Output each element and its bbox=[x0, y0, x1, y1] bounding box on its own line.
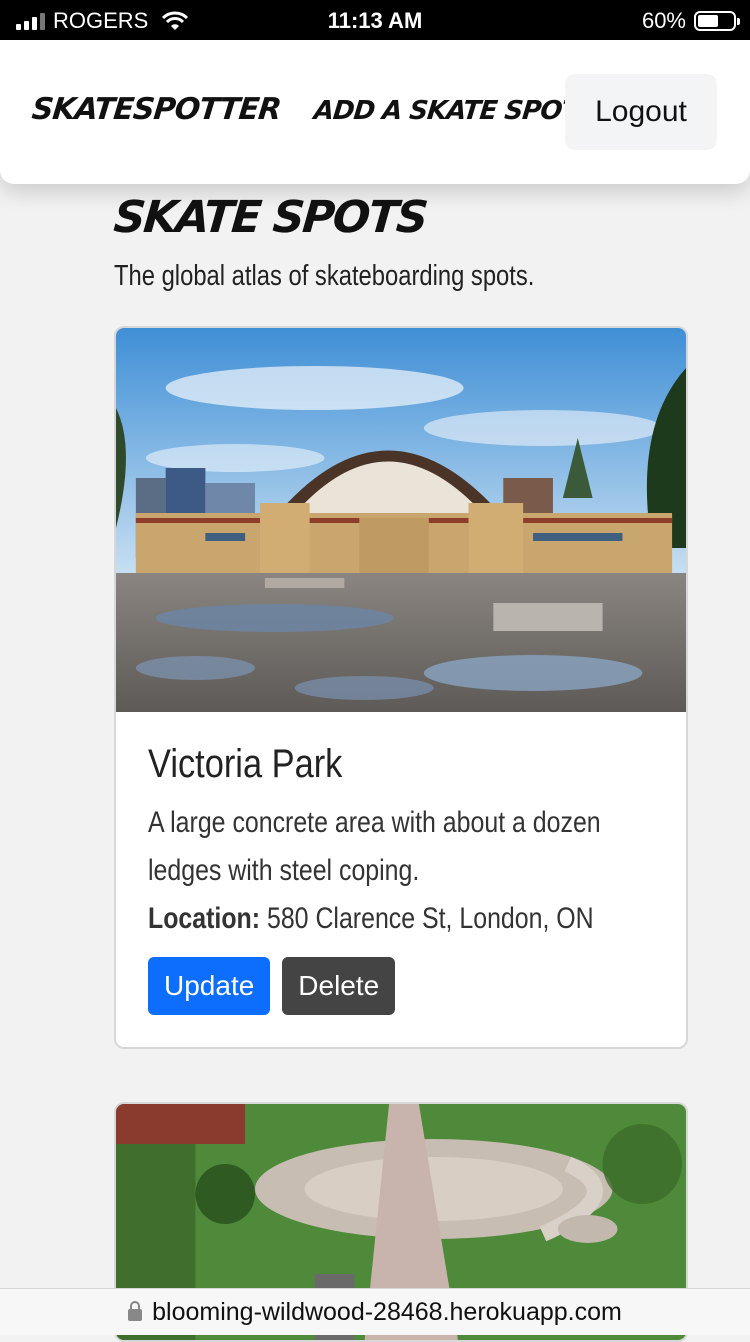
location-label: Location: bbox=[148, 902, 261, 935]
location-value: 580 Clarence St, London, ON bbox=[266, 902, 594, 935]
battery-icon bbox=[694, 11, 740, 31]
lock-icon bbox=[128, 1301, 143, 1321]
brand-logo[interactable]: SKATESPOTTER bbox=[30, 92, 282, 127]
browser-url-bar[interactable]: blooming-wildwood-28468.herokuapp.com bbox=[0, 1288, 750, 1335]
navbar: SKATESPOTTER ADD A SKATE SPOT Logout bbox=[0, 40, 750, 184]
spot-photo bbox=[116, 328, 686, 712]
update-button[interactable]: Update bbox=[148, 957, 271, 1015]
page-subtitle: The global atlas of skateboarding spots. bbox=[114, 260, 535, 292]
clock: 11:13 AM bbox=[327, 8, 423, 33]
url-text[interactable]: blooming-wildwood-28468.herokuapp.com bbox=[152, 1298, 622, 1327]
spot-name: Victoria Park bbox=[148, 742, 343, 786]
logout-button[interactable]: Logout bbox=[565, 74, 717, 150]
spot-location: Location: 580 Clarence St, London, ON bbox=[148, 895, 594, 943]
spot-card: Victoria Park A large concrete area with… bbox=[114, 326, 688, 1049]
status-bar: ROGERS 11:13 AM 60% bbox=[0, 0, 750, 40]
delete-button[interactable]: Delete bbox=[282, 957, 396, 1015]
battery-percent: 60% bbox=[641, 8, 686, 33]
spot-description: A large concrete area with about a dozen… bbox=[148, 806, 601, 887]
add-skate-spot-link[interactable]: ADD A SKATE SPOT bbox=[312, 96, 579, 126]
page-title: SKATE SPOTS bbox=[111, 192, 429, 243]
